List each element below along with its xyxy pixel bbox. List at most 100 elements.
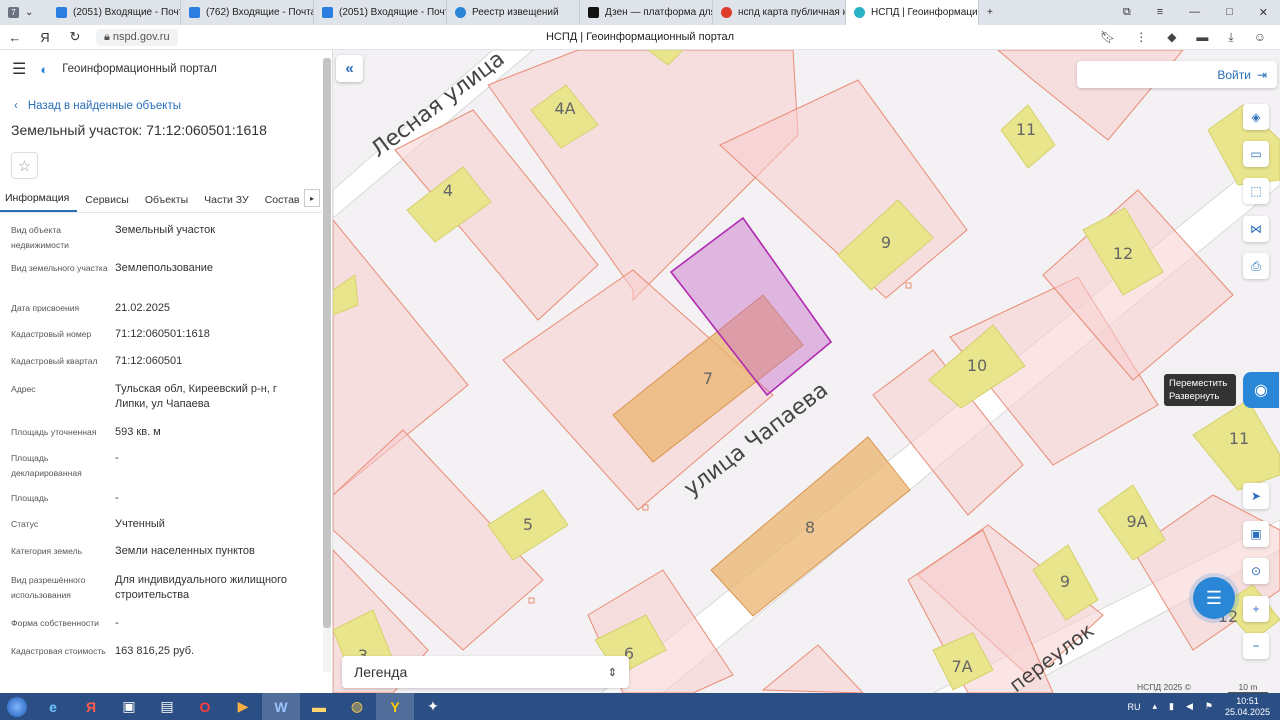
back-link[interactable]: ‹ Назад в найденные объекты (14, 100, 332, 112)
restore-tabs-icon[interactable]: ⧉ (1123, 6, 1131, 19)
tab-counter[interactable]: 7 ⌄ (0, 0, 48, 25)
tab-info[interactable]: Информация (0, 192, 78, 212)
satellite-icon[interactable]: ✦ (414, 693, 452, 720)
collapse-panel-button[interactable]: « (336, 55, 363, 82)
start-button[interactable] (0, 693, 34, 720)
mask-icon[interactable]: ▬ (1196, 30, 1208, 45)
browser-tab[interactable]: (2051) Входящие - Почта (48, 0, 181, 25)
tabs-scroll-right-icon[interactable]: ▸ (304, 189, 320, 207)
browser-tab[interactable]: Дзен — платформа для п (580, 0, 713, 25)
map-view[interactable]: Лесная улица улица Чапаева переулок 4А 4… (333, 50, 1280, 693)
house-number: 7А (951, 657, 972, 676)
house-number: 11 (1016, 120, 1036, 139)
tab-parts[interactable]: Части ЗУ (196, 194, 257, 212)
minimap-button[interactable]: ▣ (1243, 521, 1269, 547)
maximize-icon[interactable]: □ (1226, 6, 1233, 19)
zoom-out-button[interactable]: − (1243, 633, 1269, 659)
ie-icon[interactable]: e (34, 693, 72, 720)
property-row: Площадь - (0, 491, 332, 517)
property-value: - (115, 452, 119, 464)
share-icon: ⋈ (1250, 222, 1262, 236)
browser-tab[interactable]: нспд карта публичная кар (713, 0, 846, 25)
minimize-icon[interactable]: — (1189, 6, 1200, 19)
more-icon[interactable]: ⋮ (1135, 30, 1147, 45)
tab-objects[interactable]: Объекты (137, 194, 196, 212)
login-button[interactable]: Войти ⇥ (1077, 61, 1277, 88)
chat-button[interactable]: ☰ (1193, 577, 1235, 619)
legend-label: Легенда (354, 664, 408, 680)
map-canvas[interactable]: Лесная улица улица Чапаева переулок 4А 4… (333, 50, 1280, 693)
info-panel: ☰ ◐ Геоинформационный портал ‹ Назад в н… (0, 50, 333, 693)
parcel[interactable] (761, 644, 864, 693)
save-disk-icon[interactable]: ▣ (110, 693, 148, 720)
new-tab-button[interactable]: + (979, 0, 1001, 25)
menu-icon[interactable]: ≡ (1157, 6, 1163, 19)
layers-button[interactable]: ◈ (1243, 104, 1269, 130)
clock[interactable]: 10:51 25.04.2025 (1225, 696, 1270, 718)
house-number: 4 (443, 181, 453, 200)
chrome-icon[interactable]: ◍ (338, 693, 376, 720)
survey-marker (905, 282, 912, 289)
tab-services[interactable]: Сервисы (77, 194, 137, 212)
media-player-icon[interactable]: ▶ (224, 693, 262, 720)
legend-dropdown[interactable]: Легенда ⇕ (342, 656, 629, 688)
yandex-icon (721, 7, 732, 18)
url-field[interactable]: 🔒︎ nspd.gov.ru (96, 28, 178, 46)
network-icon[interactable]: ▮ (1169, 701, 1174, 712)
bookmark-icon[interactable]: 🔖︎ (1100, 30, 1115, 45)
page-title: НСПД | Геоинформационный портал (545, 31, 735, 43)
browser-tab[interactable]: Реестр извещений (447, 0, 580, 25)
tray-arrow-icon[interactable]: ▴ (1152, 701, 1157, 712)
registry-icon (455, 7, 466, 18)
portal-name: Геоинформационный портал (62, 63, 217, 75)
property-row: Статус Учтенный (0, 517, 332, 544)
select-area-button[interactable]: ⬚ (1243, 178, 1269, 204)
window-close-icon[interactable]: ✕ (1259, 6, 1268, 19)
yandex-app-icon[interactable]: Y (376, 693, 414, 720)
widget-toggle-button[interactable]: ◉ (1243, 372, 1279, 408)
property-key: Площадь уточненная (11, 427, 97, 437)
location-button[interactable]: ⊙ (1243, 558, 1269, 584)
browser-tab-active[interactable]: НСПД | Геоинформацио✕ (846, 0, 979, 25)
property-key: Статус (11, 519, 39, 529)
reload-icon[interactable]: ↻ (60, 29, 90, 45)
hamburger-menu-icon[interactable]: ☰ (12, 59, 26, 79)
property-row: Вид объекта недвижимости Земельный участо… (0, 221, 332, 261)
favorite-button[interactable]: ☆ (11, 152, 38, 179)
geolocate-button[interactable]: ➤ (1243, 483, 1269, 509)
extension-icon[interactable]: ◆ (1167, 30, 1176, 45)
property-value: Для индивидуального жилищного строительс… (115, 574, 288, 601)
browser-tab[interactable]: (762) Входящие - Почта (181, 0, 314, 25)
scrollbar-thumb[interactable] (323, 58, 331, 628)
opera-icon[interactable]: O (186, 693, 224, 720)
profile-icon[interactable]: ☺ (1254, 30, 1266, 45)
tab-composition[interactable]: Состав (257, 194, 308, 212)
chat-icon: ☰ (1205, 587, 1223, 608)
language-indicator[interactable]: RU (1127, 702, 1140, 712)
zoom-in-button[interactable]: + (1243, 596, 1269, 622)
word-icon[interactable]: W (262, 693, 300, 720)
house-number: 4А (554, 99, 575, 118)
download-icon[interactable]: ⤓ (1228, 30, 1233, 45)
property-value: 163 816,25 руб. (115, 645, 195, 657)
panel-scrollbar[interactable] (323, 58, 331, 672)
flag-icon[interactable]: ⚑ (1205, 701, 1213, 712)
property-row: Вид разрешённого использования Для индиви… (0, 573, 332, 616)
back-arrow-icon[interactable]: ← (0, 30, 30, 45)
notes-icon[interactable]: ▤ (148, 693, 186, 720)
ruler-button[interactable]: ▭ (1243, 141, 1269, 167)
property-row: Вид земельного участка Землепользование (0, 261, 332, 301)
property-value: Землепользование (115, 262, 214, 274)
browser-tab[interactable]: (2051) Входящие - Почта (314, 0, 447, 25)
mail-icon (189, 7, 200, 18)
property-row: Кадастровый номер 71:12:060501:1618 (0, 327, 332, 354)
volume-icon[interactable]: ◀ (1186, 701, 1193, 712)
property-row: Кадастровая стоимость 163 816,25 руб. (0, 644, 332, 678)
print-icon: ⎙ (1251, 258, 1261, 273)
share-button[interactable]: ⋈ (1243, 216, 1269, 242)
folder-icon[interactable]: ▬ (300, 693, 338, 720)
yandex-browser-icon[interactable]: Я (72, 693, 110, 720)
print-button[interactable]: ⎙ (1243, 253, 1269, 279)
yandex-logo-icon[interactable]: Я (30, 30, 60, 45)
tooltip-line: Развернуть (1169, 391, 1220, 402)
